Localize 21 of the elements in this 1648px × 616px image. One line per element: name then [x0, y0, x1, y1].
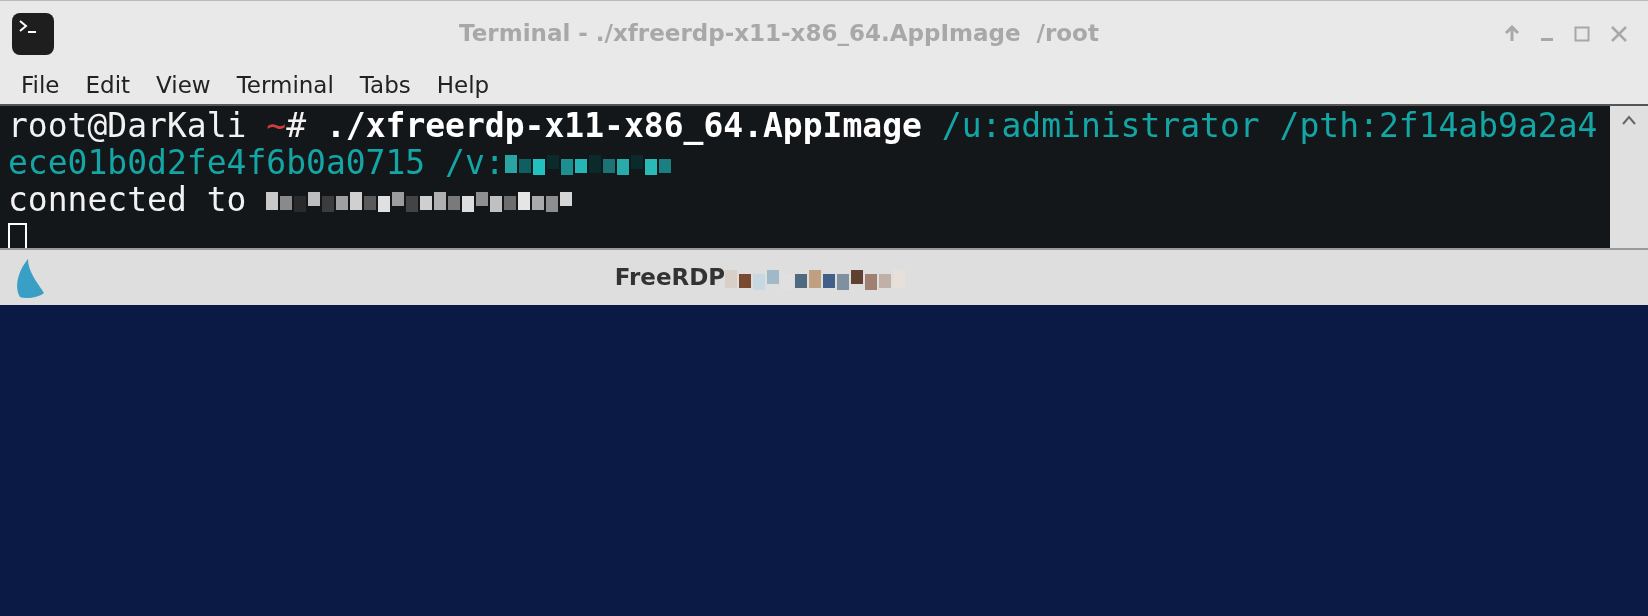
- command-text: ./xfreerdp-x11-x86_64.AppImage: [325, 107, 922, 144]
- path-text: ~: [266, 107, 287, 144]
- scroll-up-icon[interactable]: [1621, 114, 1637, 126]
- argument-text: /u:administrator /pth:2f14ab9a2a4: [940, 107, 1598, 144]
- menu-item[interactable]: Edit: [74, 67, 142, 103]
- menu-item[interactable]: Help: [425, 67, 501, 103]
- argument-text: ece01b0d2fe4f6b0a0715 /v:: [8, 144, 505, 181]
- menu-item[interactable]: Terminal: [225, 67, 345, 103]
- close-icon[interactable]: [1610, 24, 1628, 43]
- maximize-icon[interactable]: [1574, 25, 1590, 42]
- prompt-text: root@DarKali: [8, 107, 248, 144]
- menu-item[interactable]: View: [145, 67, 222, 103]
- window-title: Terminal - ./xfreerdp-x11-x86_64.AppImage /root: [459, 19, 1099, 49]
- menu-item[interactable]: File: [10, 67, 71, 103]
- menu-item[interactable]: Tabs: [348, 67, 422, 103]
- up-arrow-icon[interactable]: [1504, 24, 1520, 43]
- prompt-text: #: [286, 107, 308, 144]
- window-title: FreeRDP: [614, 263, 726, 293]
- scrollbar[interactable]: [1610, 106, 1648, 248]
- terminal-app-icon: [12, 12, 54, 55]
- output-text: connected to: [8, 181, 248, 218]
